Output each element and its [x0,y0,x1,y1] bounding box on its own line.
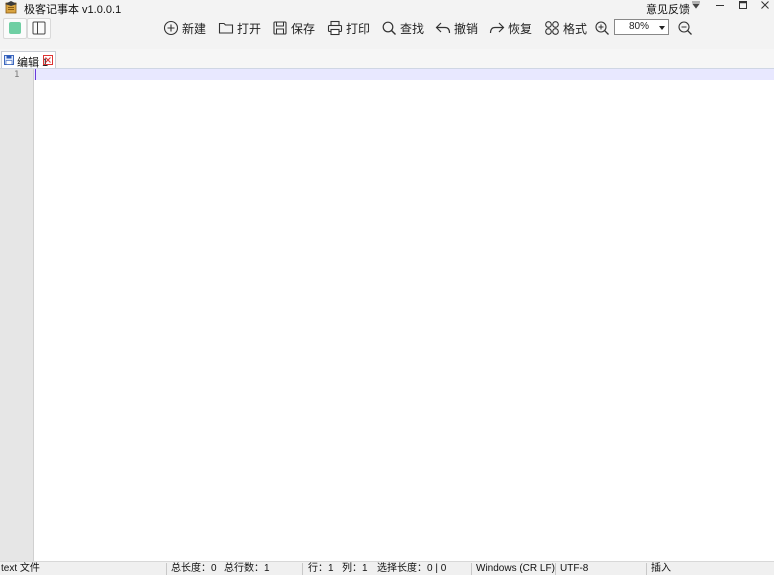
status-divider [302,563,303,575]
document-save-icon [4,55,14,65]
status-divider [471,563,472,575]
zoom-in-button[interactable] [594,19,610,37]
save-button[interactable]: 保存 [272,19,315,37]
status-divider [166,563,167,575]
open-button[interactable]: 打开 [218,19,261,37]
toolbar: 新建 打开 保存 打印 查找 撤销 恢复 格式 80% [0,15,774,49]
undo-label: 撤销 [454,21,479,36]
new-label: 新建 [182,21,207,36]
status-selection-length: 选择长度：0 | 0 [377,563,447,574]
tab-edit-1[interactable]: 编辑 1 [1,51,56,69]
status-file-type: text 文件 [1,563,40,574]
status-divider [555,563,556,575]
status-col: 列：1 [342,563,368,574]
zoom-in-icon [595,21,609,35]
zoom-level-select[interactable]: 80% [614,19,669,35]
close-button[interactable] [755,0,774,15]
redo-arrow-icon [489,22,505,34]
print-label: 打印 [346,21,371,36]
current-line-highlight [34,69,774,80]
theme-toggle-button[interactable] [3,18,27,39]
new-button[interactable]: 新建 [163,19,206,37]
undo-button[interactable]: 撤销 [435,19,478,37]
line-number: 1 [14,70,20,80]
text-caret [35,69,36,80]
sidebar-panel-icon [32,21,46,35]
print-button[interactable]: 打印 [327,19,370,37]
menu-dropdown-icon[interactable] [686,0,706,15]
line-number-gutter: 1 [0,69,34,561]
save-label: 保存 [291,21,316,36]
status-row: 行：1 [308,563,334,574]
redo-button[interactable]: 恢复 [489,19,532,37]
title-bar: 极客记事本 v1.0.0.1 意见反馈 [0,0,774,16]
printer-icon [327,20,343,36]
format-button[interactable]: 格式 [544,19,587,37]
tab-close-icon[interactable] [43,55,53,65]
open-label: 打开 [237,21,262,36]
sidebar-toggle-button[interactable] [27,18,51,39]
status-total-length: 总长度：0 [171,563,217,574]
search-icon [382,21,396,35]
status-total-lines: 总行数：1 [224,563,270,574]
zoom-out-icon [678,21,692,35]
floppy-disk-icon [273,21,287,35]
notepad-window: 极客记事本 v1.0.0.1 意见反馈 新建 打开 保存 打印 查找 撤销 恢复… [0,0,774,575]
status-divider [646,563,647,575]
text-editor[interactable]: 1 [0,69,774,561]
chevron-down-icon [659,26,665,30]
tab-bar: 编辑 1 [0,49,774,69]
plus-circle-icon [163,20,179,36]
status-insert-mode: 插入 [651,563,671,574]
status-encoding[interactable]: UTF-8 [560,562,588,575]
zoom-out-button[interactable] [677,19,693,37]
redo-label: 恢复 [508,21,533,36]
zoom-level-value: 80% [629,21,650,32]
status-bar: text 文件 总长度：0 总行数：1 行：1 列：1 选择长度：0 | 0 W… [0,561,774,575]
grid-circles-icon [545,21,559,35]
format-label: 格式 [563,21,588,36]
maximize-button[interactable] [733,0,753,15]
app-logo-icon [5,1,17,14]
undo-arrow-icon [435,22,451,34]
status-line-ending[interactable]: Windows (CR LF) [476,562,555,575]
find-label: 查找 [400,21,425,36]
theme-color-icon [9,22,21,34]
minimize-button[interactable] [710,0,730,15]
folder-icon [218,22,234,34]
find-button[interactable]: 查找 [381,19,424,37]
